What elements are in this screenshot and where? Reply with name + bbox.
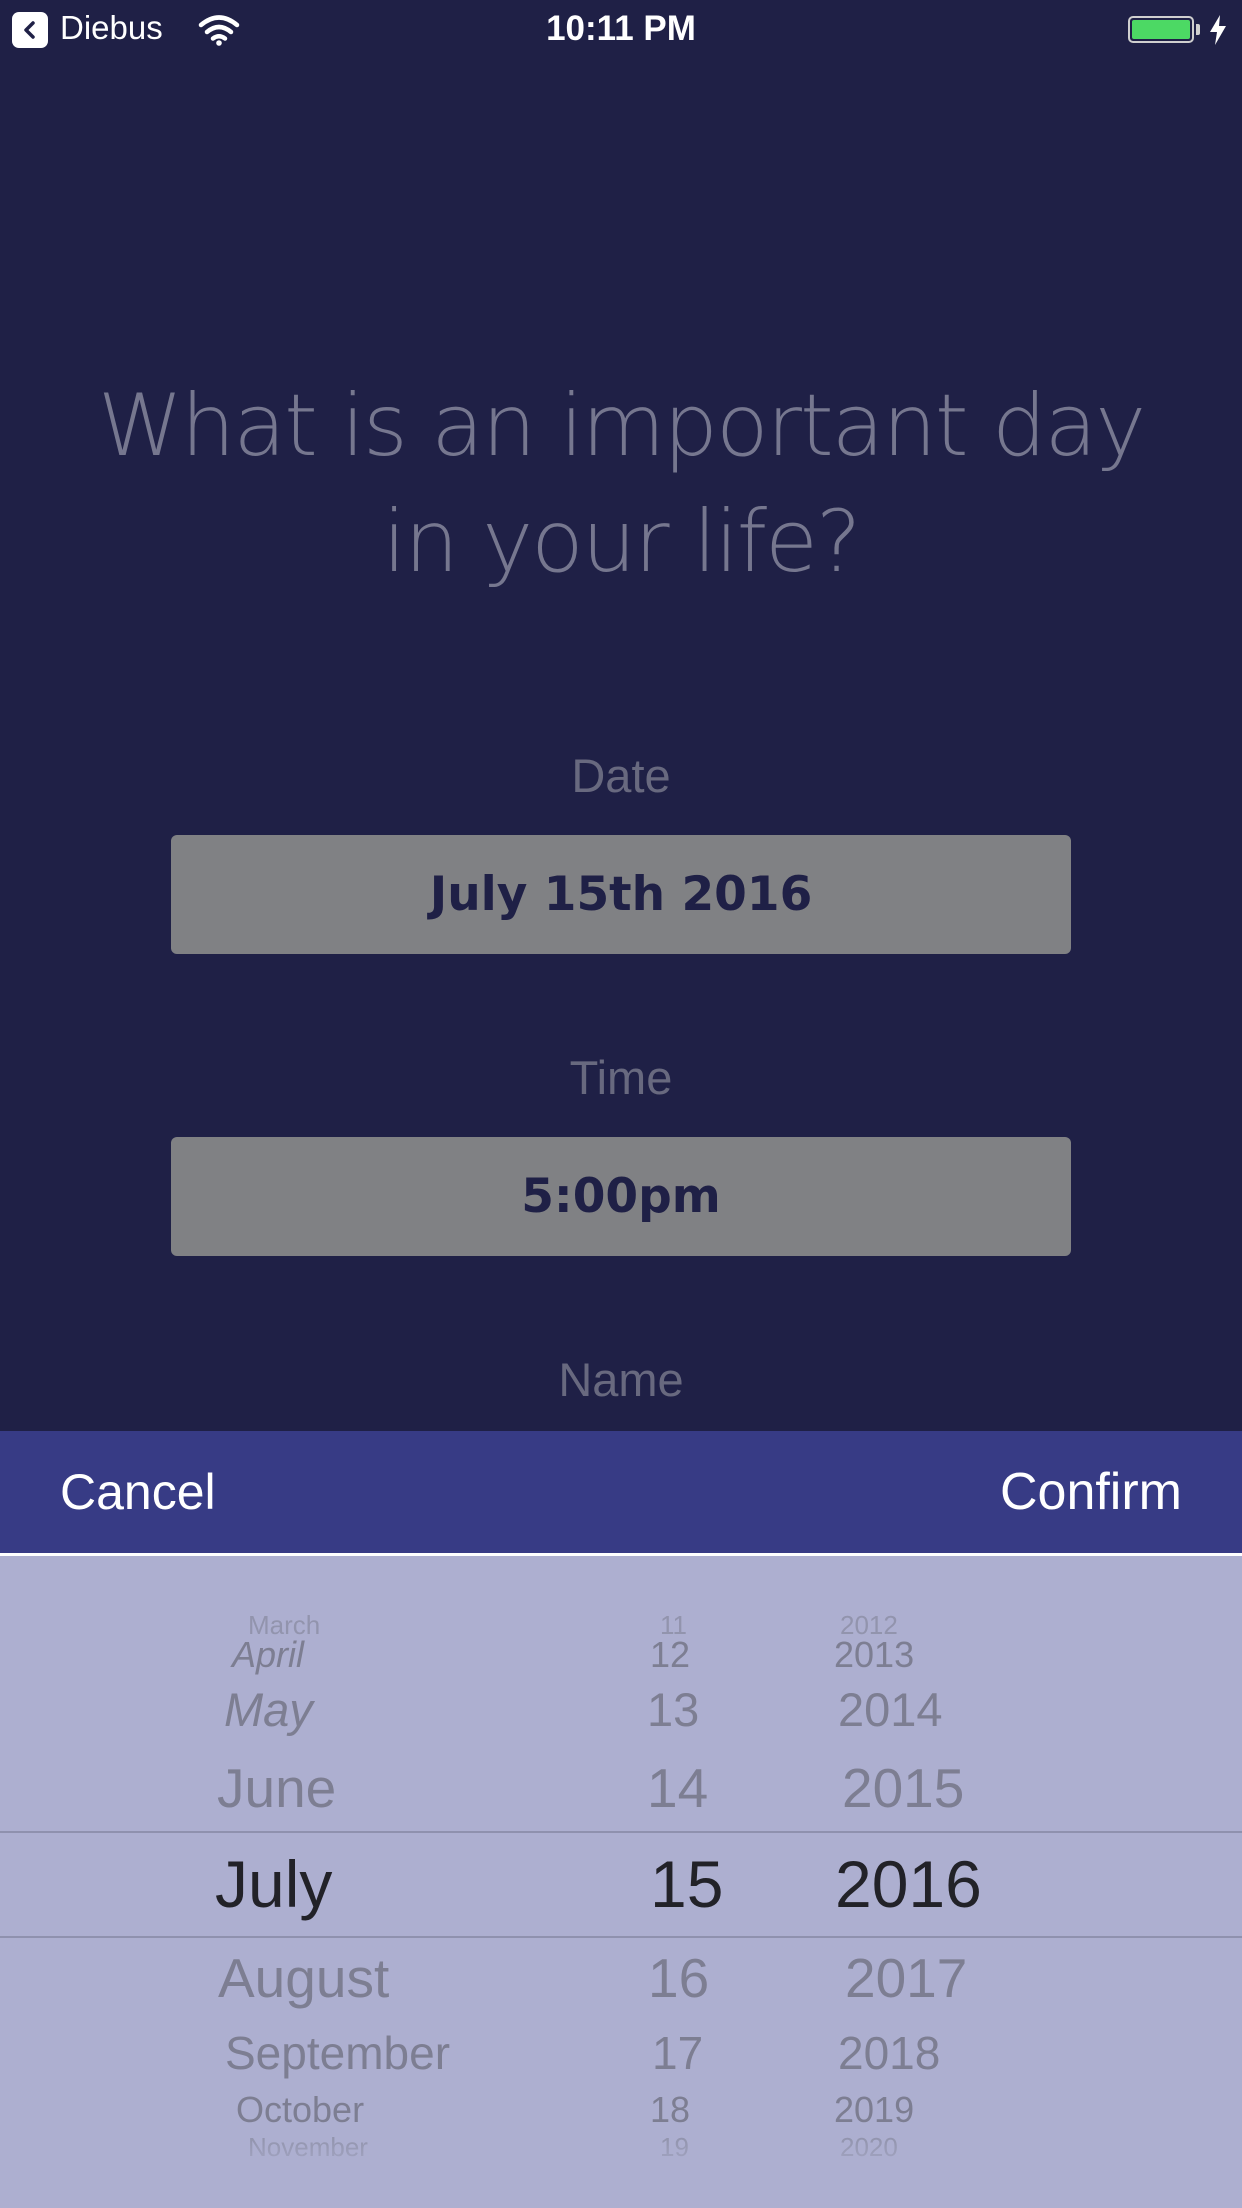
picker-day-item[interactable]: 18 [650, 2089, 690, 2131]
picker-year-item[interactable]: 2015 [842, 1756, 964, 1820]
status-time: 10:11 PM [546, 9, 696, 48]
picker-fade-top [0, 1556, 1242, 1616]
picker-month-item[interactable]: August [218, 1946, 389, 2010]
charging-bolt-icon [1210, 15, 1226, 45]
picker-day-item[interactable]: 12 [650, 1634, 690, 1676]
picker-month-selected[interactable]: July [215, 1846, 332, 1922]
time-label: Time [569, 1051, 673, 1104]
picker-year-item[interactable]: 2019 [834, 2089, 914, 2131]
picker-toolbar: Cancel Confirm [0, 1431, 1242, 1556]
cancel-button[interactable]: Cancel [60, 1431, 216, 1553]
question-heading: What is an important day in your life? [97, 376, 1146, 592]
confirm-button[interactable]: Confirm [1000, 1431, 1182, 1553]
battery-icon [1128, 16, 1194, 43]
picker-month-item[interactable]: October [236, 2089, 364, 2131]
picker-month-item[interactable]: June [217, 1756, 336, 1820]
selection-top-line [0, 1831, 1242, 1833]
picker-day-item[interactable]: 13 [647, 1682, 699, 1737]
battery-level [1132, 20, 1190, 39]
picker-day-item[interactable]: 17 [652, 2026, 703, 2080]
selection-bottom-line [0, 1936, 1242, 1938]
date-picker[interactable]: March April May June July August Septemb… [0, 1556, 1242, 2208]
picker-month-item[interactable]: April [232, 1634, 304, 1676]
date-field[interactable]: July 15th 2016 [171, 835, 1071, 954]
status-bar: Diebus 10:11 PM [0, 0, 1242, 60]
picker-month-item[interactable]: September [225, 2026, 450, 2080]
picker-month-item[interactable]: May [224, 1682, 313, 1737]
picker-year-item[interactable]: 2018 [838, 2026, 940, 2080]
picker-day-item[interactable]: 16 [648, 1946, 709, 2010]
picker-year-item[interactable]: 2013 [834, 1634, 914, 1676]
time-field[interactable]: 5:00pm [171, 1137, 1071, 1256]
picker-year-item[interactable]: 2014 [838, 1682, 943, 1737]
name-label: Name [558, 1353, 684, 1406]
picker-day-item[interactable]: 14 [647, 1756, 708, 1820]
picker-fade-bottom [0, 2138, 1242, 2208]
battery-tip [1196, 24, 1200, 35]
picker-year-item[interactable]: 2017 [845, 1946, 967, 2010]
date-label: Date [571, 749, 671, 802]
picker-year-selected[interactable]: 2016 [835, 1846, 982, 1922]
picker-day-selected[interactable]: 15 [650, 1846, 723, 1922]
